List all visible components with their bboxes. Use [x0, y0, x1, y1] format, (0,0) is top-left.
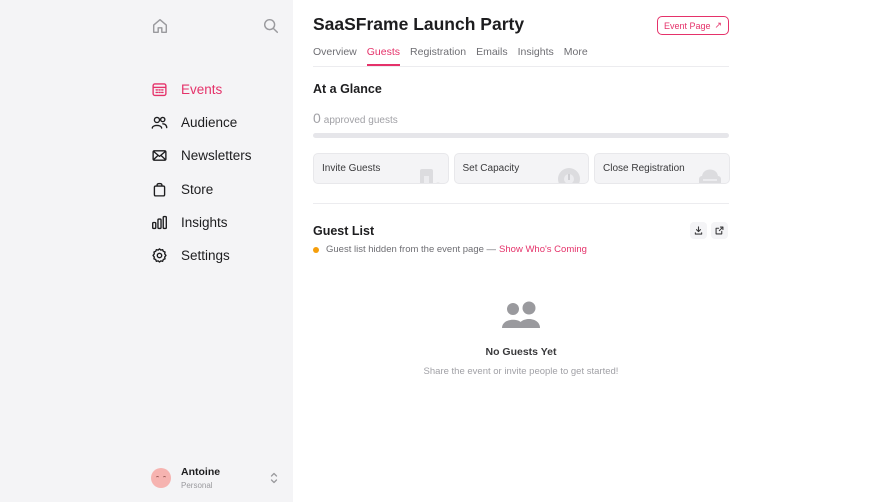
show-whos-coming-link[interactable]: Show Who's Coming	[499, 244, 587, 255]
mail-icon	[150, 147, 168, 165]
download-icon[interactable]	[690, 222, 707, 239]
sidebar-item-settings[interactable]: Settings	[150, 239, 252, 272]
event-page-label: Event Page	[663, 20, 711, 31]
sidebar-nav: Events Audience Newsletters Store Insigh…	[150, 73, 252, 272]
close-registration-icon	[697, 165, 723, 183]
guests-icon	[501, 300, 541, 330]
account-switcher[interactable]: Antoine Personal	[151, 464, 281, 492]
action-cards: Invite Guests Set Capacity Close Registr…	[313, 153, 730, 184]
chevron-up-down-icon	[269, 471, 279, 485]
glance-title: At a Glance	[313, 82, 382, 96]
section-divider	[313, 203, 729, 204]
approved-label: approved guests	[323, 115, 398, 126]
invite-guests-label: Invite Guests	[322, 163, 381, 174]
empty-title: No Guests Yet	[485, 346, 557, 358]
guest-list-title: Guest List	[313, 224, 375, 238]
sidebar-item-events[interactable]: Events	[150, 73, 252, 106]
sidebar-item-label: Store	[181, 181, 214, 197]
empty-subtitle: Share the event or invite people to get …	[423, 366, 619, 377]
arrow-up-right-icon: ↗	[714, 20, 723, 30]
event-page-button[interactable]: Event Page ↗	[657, 16, 729, 35]
invite-icon	[416, 165, 442, 183]
invite-guests-card[interactable]: Invite Guests	[313, 153, 449, 184]
gear-icon	[150, 247, 168, 265]
sidebar-item-insights[interactable]: Insights	[150, 206, 252, 239]
set-capacity-card[interactable]: Set Capacity	[453, 153, 589, 184]
sidebar-item-label: Insights	[181, 214, 228, 230]
notice-text: Guest list hidden from the event page —	[326, 244, 497, 255]
sidebar-item-label: Events	[181, 82, 223, 98]
external-link-icon[interactable]	[711, 222, 728, 239]
empty-state: No Guests Yet Share the event or invite …	[313, 300, 729, 377]
warning-dot	[313, 246, 319, 253]
page-title: SaaSFrame Launch Party	[313, 14, 525, 34]
sidebar-item-store[interactable]: Store	[150, 173, 252, 206]
calendar-icon	[150, 81, 168, 99]
home-icon[interactable]	[151, 17, 169, 35]
tab-insights[interactable]: Insights	[518, 45, 554, 66]
sidebar: Events Audience Newsletters Store Insigh…	[0, 0, 293, 502]
account-info: Antoine Personal	[181, 466, 220, 491]
close-registration-label: Close Registration	[603, 163, 685, 174]
main-content: SaaSFrame Launch Party Event Page ↗ Over…	[293, 0, 885, 502]
sidebar-item-newsletters[interactable]: Newsletters	[150, 139, 252, 172]
avatar	[151, 468, 171, 488]
approved-guests: 0 approved guests	[313, 110, 398, 126]
close-registration-card[interactable]: Close Registration	[594, 153, 730, 184]
sidebar-item-label: Settings	[181, 248, 230, 264]
guest-progress-bar	[313, 133, 729, 138]
tab-overview[interactable]: Overview	[313, 45, 357, 66]
bar-chart-icon	[150, 213, 168, 231]
sidebar-item-label: Newsletters	[181, 148, 252, 164]
visibility-notice: Guest list hidden from the event page — …	[313, 244, 587, 255]
tab-more[interactable]: More	[564, 45, 588, 66]
tab-guests[interactable]: Guests	[366, 45, 401, 66]
tabs-divider	[313, 66, 729, 67]
capacity-icon	[556, 165, 582, 183]
set-capacity-label: Set Capacity	[462, 163, 520, 174]
sidebar-item-label: Audience	[181, 115, 238, 131]
tab-bar: Overview Guests Registration Emails Insi…	[313, 45, 598, 66]
user-subtitle: Personal	[181, 480, 213, 490]
tab-registration[interactable]: Registration	[410, 45, 466, 66]
people-icon	[150, 114, 168, 132]
search-icon[interactable]	[262, 17, 280, 35]
user-name: Antoine	[181, 465, 221, 478]
bag-icon	[150, 180, 168, 198]
sidebar-item-audience[interactable]: Audience	[150, 106, 252, 139]
approved-count: 0	[313, 110, 321, 126]
tab-emails[interactable]: Emails	[476, 45, 508, 66]
